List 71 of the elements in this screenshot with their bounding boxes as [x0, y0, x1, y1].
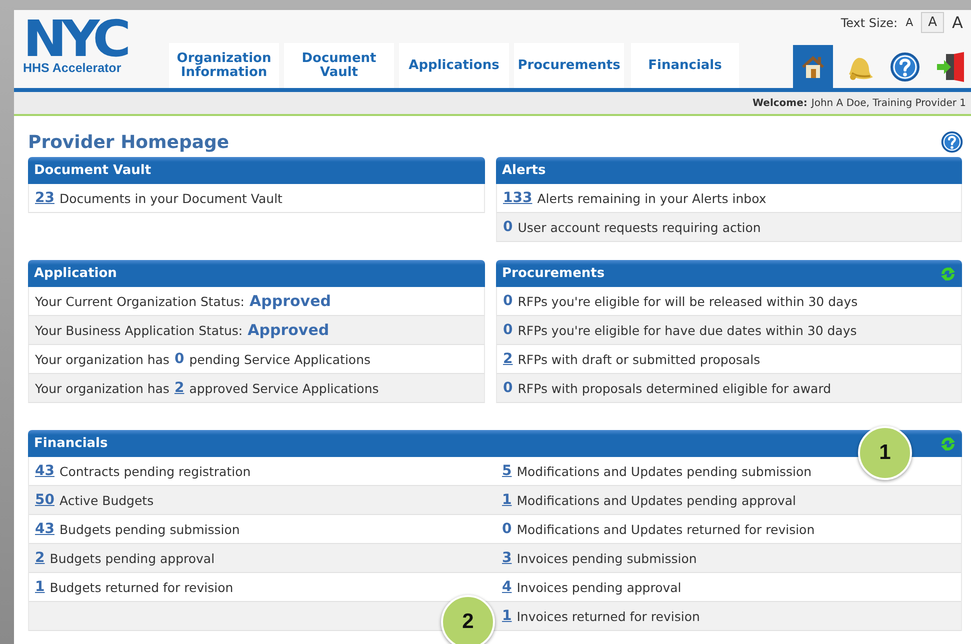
- refresh-icon[interactable]: [940, 266, 956, 282]
- text-size-option[interactable]: A: [921, 12, 944, 33]
- count-value: 0: [503, 322, 513, 338]
- nav-tab[interactable]: Organization Information: [169, 43, 279, 88]
- count-value: 0: [174, 351, 184, 367]
- row-text: approved Service Applications: [189, 380, 379, 396]
- panel-title: Financials: [34, 436, 108, 451]
- count-link[interactable]: 2: [174, 380, 184, 396]
- count-link[interactable]: 1: [502, 608, 512, 624]
- panel-title: Procurements: [502, 266, 605, 281]
- row-text: Budgets pending submission: [59, 522, 240, 536]
- row-text: RFPs with proposals determined eligible for award: [518, 380, 832, 396]
- row-text: RFPs with draft or submitted proposals: [518, 352, 760, 366]
- row-text: Invoices pending approval: [516, 580, 682, 594]
- status-value: Approved: [250, 292, 331, 310]
- row-text: Budgets returned for revision: [50, 580, 234, 594]
- count-link[interactable]: 50: [35, 492, 54, 508]
- row-text: Invoices pending submission: [516, 550, 697, 566]
- row-text: Invoices returned for revision: [516, 608, 700, 624]
- count-link[interactable]: 23: [35, 190, 54, 206]
- row-label: Your Current Organization Status:: [35, 294, 245, 308]
- count-link[interactable]: 1: [502, 492, 512, 508]
- count-value: 0: [503, 293, 513, 309]
- row-text: Budgets pending approval: [50, 550, 215, 566]
- panel-title: Application: [34, 266, 117, 281]
- row-text: User account requests requiring action: [518, 220, 761, 234]
- count-value: 0: [503, 380, 513, 396]
- row-text: Your organization has: [35, 352, 170, 366]
- count-link[interactable]: 3: [502, 550, 512, 566]
- row-text: pending Service Applications: [189, 352, 371, 366]
- logout-icon[interactable]: [936, 50, 966, 82]
- row-text: RFPs you're eligible for have due dates within 30 days: [518, 322, 857, 338]
- refresh-icon[interactable]: [940, 436, 956, 452]
- row-text: Alerts remaining in your Alerts inbox: [537, 190, 766, 206]
- nyc-logo: NYC: [23, 19, 128, 59]
- user-name: John A Doe, Training Provider 1: [811, 98, 966, 108]
- row-text: Modifications and Updates returned for revision: [516, 522, 815, 536]
- text-size-option[interactable]: A: [902, 15, 918, 30]
- row-text: Documents in your Document Vault: [59, 190, 282, 206]
- count-link[interactable]: 4: [502, 579, 512, 595]
- logo-subtitle: HHS Accelerator: [23, 61, 122, 75]
- count-link[interactable]: 2: [503, 351, 513, 367]
- nav-tab[interactable]: Financials: [631, 43, 739, 88]
- row-text: Active Budgets: [59, 492, 154, 508]
- toolbar-button[interactable]: [793, 45, 833, 88]
- row-text: Modifications and Updates pending approval: [516, 492, 796, 508]
- nav-tab[interactable]: Document Vault: [284, 43, 394, 88]
- row-text: RFPs you're eligible for will be released within 30 days: [518, 294, 858, 308]
- panel-title: Document Vault: [34, 163, 152, 178]
- row-text: Your organization has: [35, 380, 170, 396]
- help-icon[interactable]: [890, 52, 920, 82]
- row-text: Modifications and Updates pending submission: [516, 464, 812, 478]
- help-icon[interactable]: [941, 131, 963, 153]
- count-link[interactable]: 2: [35, 550, 45, 566]
- nav-tab[interactable]: Applications: [399, 43, 509, 88]
- text-size-option[interactable]: A: [948, 12, 967, 33]
- row-label: Your Business Application Status:: [35, 322, 243, 338]
- count-link[interactable]: 5: [502, 463, 512, 479]
- text-size-label: Text Size:: [840, 16, 898, 30]
- count-link[interactable]: 43: [35, 463, 54, 479]
- count-link[interactable]: 43: [35, 521, 54, 537]
- row-text: Contracts pending registration: [59, 464, 251, 478]
- page-title: Provider Homepage: [28, 132, 230, 152]
- count-value: 0: [503, 219, 513, 235]
- count-link[interactable]: 133: [503, 190, 532, 206]
- status-value: Approved: [248, 321, 330, 339]
- welcome-label: Welcome:: [752, 98, 808, 108]
- nav-tab[interactable]: Procurements: [514, 43, 624, 88]
- count-link[interactable]: 1: [35, 579, 45, 595]
- count-value: 0: [502, 521, 512, 537]
- panel-title: Alerts: [502, 163, 546, 178]
